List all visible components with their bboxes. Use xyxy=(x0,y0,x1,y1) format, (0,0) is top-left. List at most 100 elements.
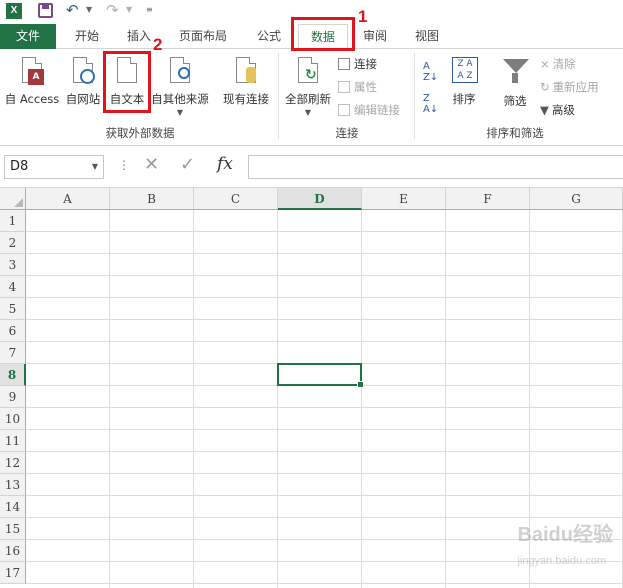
group-get-external-data: 获取外部数据 xyxy=(105,126,175,140)
connections-label: 连接 xyxy=(354,57,377,71)
existing-connections-button[interactable]: 现有连接 xyxy=(220,55,272,107)
gridline-horizontal xyxy=(26,473,623,474)
clear-label: 清除 xyxy=(552,57,576,71)
column-header-a[interactable]: A xyxy=(26,188,110,210)
row-header-1[interactable]: 1 xyxy=(0,210,26,232)
select-all-corner[interactable] xyxy=(0,188,26,210)
funnel-stem xyxy=(512,73,518,83)
gridline-horizontal xyxy=(26,583,623,584)
row-header-7[interactable]: 7 xyxy=(0,342,26,364)
edit-links-icon xyxy=(338,103,350,116)
row-header-5[interactable]: 5 xyxy=(0,298,26,320)
tab-page-layout[interactable]: 页面布局 xyxy=(170,24,236,49)
row-header-2[interactable]: 2 xyxy=(0,232,26,254)
tab-formulas[interactable]: 公式 xyxy=(246,24,292,49)
row-header-11[interactable]: 11 xyxy=(0,430,26,452)
row-header-3[interactable]: 3 xyxy=(0,254,26,276)
gridline-horizontal xyxy=(26,341,623,342)
from-other-sources-button[interactable]: 自其他来源 ▼ xyxy=(149,55,211,117)
row-header-16[interactable]: 16 xyxy=(0,540,26,562)
sort-z-a-icon[interactable]: Z A↓ xyxy=(423,93,438,115)
insert-function-icon[interactable]: fx xyxy=(217,154,233,174)
from-other-label: 自其他来源 xyxy=(151,92,209,106)
formula-bar: D8 ▼ ⋮ ✕ ✓ fx xyxy=(0,146,623,188)
tab-home[interactable]: 开始 xyxy=(62,24,112,49)
customize-qat-icon[interactable]: ≡ xyxy=(146,5,153,14)
sort-button[interactable]: Z AA Z 排序 xyxy=(446,55,482,107)
baidu-watermark: Baidu经验 jingyan.baidu.com xyxy=(517,518,613,570)
database-icon xyxy=(246,67,256,83)
watermark-text: Baidu经验 xyxy=(517,524,613,546)
group-divider xyxy=(278,53,279,139)
gridline-horizontal xyxy=(26,429,623,430)
row-header-14[interactable]: 14 xyxy=(0,496,26,518)
undo-dropdown-icon[interactable]: ▼ xyxy=(86,5,92,14)
gridline-horizontal xyxy=(26,495,623,496)
name-box-dropdown-icon[interactable]: ▼ xyxy=(92,156,98,178)
annotation-box-data-tab xyxy=(291,17,355,51)
edit-links-button: 编辑链接 xyxy=(338,101,400,119)
column-header-e[interactable]: E xyxy=(362,188,446,210)
from-web-label: 自网站 xyxy=(65,92,101,106)
annotation-step-1: 1 xyxy=(358,7,368,26)
tab-view[interactable]: 视图 xyxy=(404,24,450,49)
connections-button[interactable]: 连接 xyxy=(338,55,377,73)
row-header-15[interactable]: 15 xyxy=(0,518,26,540)
filter-funnel-icon xyxy=(503,59,529,73)
group-connections: 连接 xyxy=(335,126,359,140)
properties-icon xyxy=(338,80,350,93)
formula-bar-grip-icon[interactable]: ⋮ xyxy=(118,158,130,172)
column-header-d[interactable]: D xyxy=(278,188,362,210)
reapply-label: 重新应用 xyxy=(552,80,599,94)
group-divider xyxy=(414,53,415,139)
watermark-sub: jingyan.baidu.com xyxy=(517,555,607,567)
sort-dialog-icon: Z AA Z xyxy=(452,57,478,83)
refresh-all-button[interactable]: ↻ 全部刷新 ▼ xyxy=(282,55,334,117)
name-box-value: D8 xyxy=(10,159,29,174)
cancel-icon: ✕ xyxy=(144,154,160,175)
annotation-box-from-text xyxy=(103,51,151,113)
sort-a-z-icon[interactable]: A Z↓ xyxy=(423,61,438,83)
filter-label: 筛选 xyxy=(503,94,527,108)
advanced-filter-icon: ▼ xyxy=(540,103,549,117)
gridline-vertical xyxy=(361,210,362,588)
row-header-9[interactable]: 9 xyxy=(0,386,26,408)
filter-button[interactable]: 筛选 xyxy=(496,55,534,109)
from-access-label: 自 Access xyxy=(4,92,60,106)
from-web-button[interactable]: 自网站 xyxy=(63,55,103,107)
advanced-filter-button[interactable]: ▼ 高级 xyxy=(540,101,575,119)
selected-cell-d8[interactable] xyxy=(277,363,364,388)
sort-label: 排序 xyxy=(452,92,476,106)
gridline-horizontal xyxy=(26,319,623,320)
row-header-10[interactable]: 10 xyxy=(0,408,26,430)
access-icon: A xyxy=(28,69,44,85)
formula-input[interactable] xyxy=(248,155,623,179)
properties-button: 属性 xyxy=(338,78,377,96)
properties-label: 属性 xyxy=(354,80,377,94)
name-box[interactable]: D8 ▼ xyxy=(4,155,104,179)
gridline-horizontal xyxy=(26,407,623,408)
column-header-g[interactable]: G xyxy=(530,188,623,210)
enter-check-icon: ✓ xyxy=(180,154,196,175)
gridline-horizontal xyxy=(26,297,623,298)
row-header-8[interactable]: 8 xyxy=(0,364,26,386)
gridline-horizontal xyxy=(26,451,623,452)
undo-icon[interactable]: ↶ xyxy=(66,1,79,19)
row-header-6[interactable]: 6 xyxy=(0,320,26,342)
save-icon[interactable] xyxy=(38,3,53,18)
row-header-13[interactable]: 13 xyxy=(0,474,26,496)
column-header-c[interactable]: C xyxy=(194,188,278,210)
redo-icon: ↷ xyxy=(106,1,119,19)
column-header-f[interactable]: F xyxy=(446,188,530,210)
tab-review[interactable]: 审阅 xyxy=(352,24,398,49)
row-header-4[interactable]: 4 xyxy=(0,276,26,298)
gridline-vertical xyxy=(277,210,278,588)
row-header-12[interactable]: 12 xyxy=(0,452,26,474)
connections-icon xyxy=(338,57,350,70)
row-header-17[interactable]: 17 xyxy=(0,562,26,584)
redo-dropdown-icon: ▼ xyxy=(126,5,133,14)
tab-file[interactable]: 文件 xyxy=(0,24,56,49)
edit-links-label: 编辑链接 xyxy=(354,103,400,117)
column-header-b[interactable]: B xyxy=(110,188,194,210)
from-access-button[interactable]: A 自 Access xyxy=(2,55,62,107)
